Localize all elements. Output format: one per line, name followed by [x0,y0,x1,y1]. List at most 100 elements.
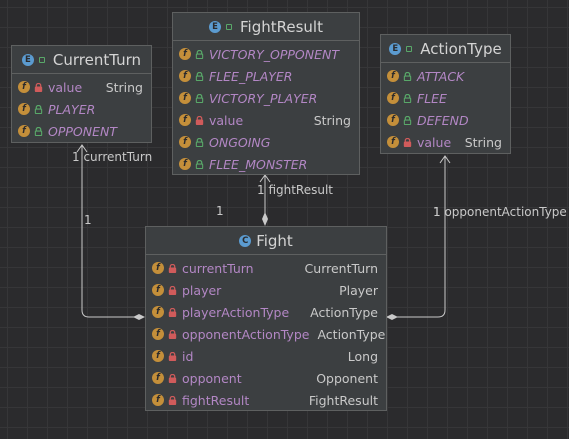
member-row[interactable]: f value String [381,131,510,153]
member-row[interactable]: f PLAYER [12,98,151,120]
enum-icon: E [209,20,222,33]
class-fight[interactable]: C Fight f currentTurn CurrentTurn f player Play… [145,226,387,411]
field-icon: f [152,306,164,318]
member-row[interactable]: f ATTACK [381,65,510,87]
member-name: DEFEND [417,112,469,128]
member-type: ActionType [310,304,378,320]
private-lock-icon [168,307,177,317]
field-icon: f [18,81,30,93]
member-name: id [182,348,194,364]
private-lock-icon [168,373,177,383]
member-name: VICTORY_PLAYER [209,90,318,106]
field-icon: f [18,125,30,137]
member-name: value [48,79,83,95]
field-icon: f [387,114,399,126]
member-type: FightResult [308,392,378,408]
field-icon: f [179,48,191,60]
public-visibility-icon [226,23,233,30]
member-row[interactable]: f currentTurn CurrentTurn [146,257,386,279]
member-name: VICTORY_OPPONENT [209,46,339,62]
member-row[interactable]: f opponentActionType ActionType [146,323,386,345]
edge-label-current-turn: 1 currentTurn [72,150,153,164]
member-type: ActionType [317,326,386,342]
member-row[interactable]: f ONGOING [173,131,359,153]
private-lock-icon [168,329,177,339]
member-type: Player [339,282,378,298]
member-row[interactable]: f VICTORY_PLAYER [173,87,359,109]
member-name: ATTACK [417,68,465,84]
field-icon: f [387,136,399,148]
member-name: playerActionType [182,304,290,320]
edge-label-opponent-action-source: 1 [433,205,441,219]
public-lock-icon [403,115,412,125]
public-lock-icon [403,71,412,81]
public-lock-icon [34,126,43,136]
member-row[interactable]: f FLEE [381,87,510,109]
member-name: FLEE_PLAYER [209,68,293,84]
member-row[interactable]: f player Player [146,279,386,301]
field-icon: f [152,350,164,362]
field-icon: f [152,262,164,274]
private-lock-icon [403,137,412,147]
member-row[interactable]: f FLEE_PLAYER [173,65,359,87]
field-icon: f [387,70,399,82]
field-icon: f [152,372,164,384]
member-type: Long [347,348,378,364]
member-name: value [417,134,452,150]
member-row[interactable]: f FLEE_MONSTER [173,153,359,175]
private-lock-icon [168,395,177,405]
member-type: CurrentTurn [304,260,378,276]
field-icon: f [152,284,164,296]
field-icon: f [179,70,191,82]
member-row[interactable]: f opponent Opponent [146,367,386,389]
private-lock-icon [168,285,177,295]
member-name: value [209,112,244,128]
member-row[interactable]: f id Long [146,345,386,367]
enum-fight-result[interactable]: E FightResult f VICTORY_OPPONENT f FLEE_PLAYE… [172,12,360,175]
field-icon: f [179,158,191,170]
node-header: E ActionType [381,35,510,63]
public-lock-icon [403,93,412,103]
private-lock-icon [168,351,177,361]
member-row[interactable]: f VICTORY_OPPONENT [173,43,359,65]
private-lock-icon [168,263,177,273]
field-icon: f [152,394,164,406]
member-name: opponentActionType [182,326,310,342]
field-icon: f [152,328,164,340]
member-name: fightResult [182,392,250,408]
member-row[interactable]: f value String [12,76,151,98]
member-row[interactable]: f DEFEND [381,109,510,131]
member-name: currentTurn [182,260,254,276]
enum-icon: E [21,53,34,66]
edge-label-fight-result: 1 fightResult [257,183,334,197]
member-type: String [105,79,143,95]
node-header: C Fight [146,227,386,255]
diamond-fight-result [262,212,268,226]
enum-icon: E [389,42,402,55]
member-row[interactable]: f fightResult FightResult [146,389,386,411]
member-row[interactable]: f OPPONENT [12,120,151,142]
field-icon: f [387,92,399,104]
enum-current-turn[interactable]: E CurrentTurn f value String f PLAYER f OPPONENT [11,45,152,143]
public-visibility-icon [406,45,413,52]
member-name: PLAYER [48,101,96,117]
member-name: opponent [182,370,242,386]
edge-player-action [392,156,446,318]
public-visibility-icon [38,56,45,63]
edge-label-fight-result-source: 1 [216,204,224,218]
class-icon: C [239,234,252,247]
public-lock-icon [195,137,204,147]
public-lock-icon [195,159,204,169]
public-lock-icon [195,71,204,81]
diamond-action-type [386,314,398,320]
public-lock-icon [34,104,43,114]
node-title: FightResult [240,17,323,36]
member-type: String [313,112,351,128]
member-name: OPPONENT [48,123,117,139]
node-title: ActionType [420,39,502,58]
member-row[interactable]: f value String [173,109,359,131]
member-name: player [182,282,222,298]
public-lock-icon [195,93,204,103]
enum-action-type[interactable]: E ActionType f ATTACK f FLEE f DEFEND f value Stri… [380,34,511,154]
member-row[interactable]: f playerActionType ActionType [146,301,386,323]
